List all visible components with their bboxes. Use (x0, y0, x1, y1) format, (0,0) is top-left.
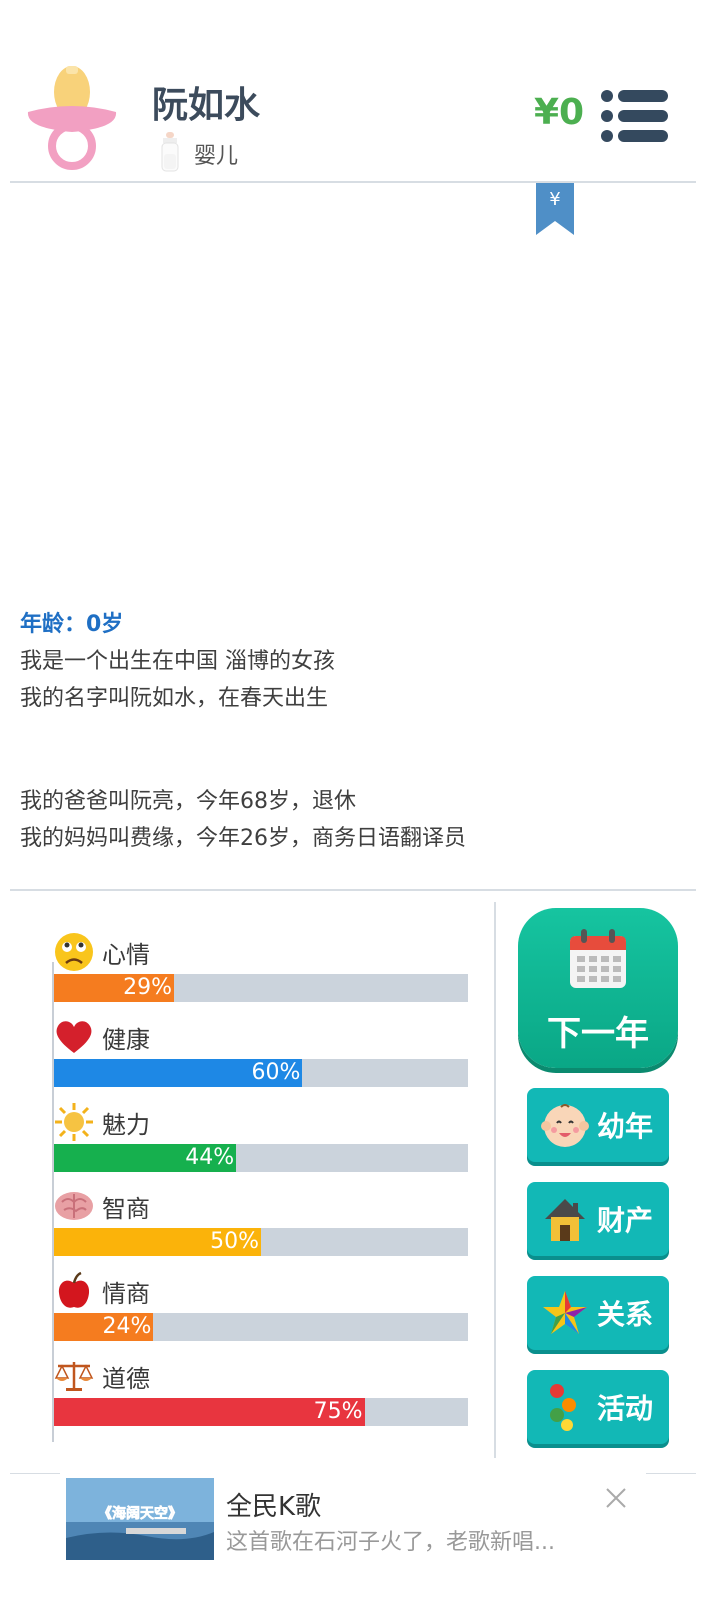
relations-button[interactable]: 关系 (527, 1276, 669, 1350)
next-year-label: 下一年 (547, 1014, 649, 1054)
baby-bottle-icon (160, 132, 180, 176)
heart-icon (54, 1017, 94, 1057)
stat-morality: 道德 75% (54, 1356, 468, 1426)
pacifier-avatar-icon (22, 62, 122, 170)
sun-icon (54, 1102, 94, 1142)
ad-divider-left (10, 1473, 60, 1474)
stat-bar-fill: 44% (54, 1144, 237, 1172)
stat-bar: 50% (54, 1228, 468, 1256)
life-stage-label: 婴儿 (194, 144, 239, 169)
stat-label: 智商 (102, 1194, 150, 1223)
story-line: 我是一个出生在中国 淄博的女孩 (20, 649, 335, 674)
activities-label: 活动 (597, 1392, 654, 1425)
stat-eq: 情商 24% (54, 1271, 468, 1341)
stat-bar-fill: 29% (54, 974, 175, 1002)
svg-text:¥: ¥ (549, 189, 560, 210)
stat-label: 魅力 (102, 1110, 150, 1139)
stat-label: 情商 (102, 1279, 150, 1308)
stat-label: 健康 (102, 1025, 150, 1054)
house-icon (539, 1193, 591, 1245)
menu-list-icon (601, 90, 668, 142)
menu-button[interactable] (600, 88, 672, 144)
sad-face-icon (54, 932, 94, 972)
vertical-divider (494, 902, 496, 1458)
svg-text:《海阔天空》: 《海阔天空》 (98, 1505, 182, 1522)
stat-percent: 24% (102, 1314, 152, 1339)
father-line: 我的爸爸叫阮亮，今年68岁，退休 (20, 789, 356, 814)
next-year-button[interactable]: 下一年 (518, 908, 678, 1068)
story-log: 年龄：0岁 我是一个出生在中国 淄博的女孩 我的名字叫阮如水，在春天出生 我的爸… (20, 606, 700, 857)
stat-label: 道德 (102, 1364, 150, 1393)
assets-button[interactable]: 财产 (527, 1182, 669, 1256)
mother-line: 我的妈妈叫费缘，今年26岁，商务日语翻译员 (20, 826, 466, 851)
stat-bar: 44% (54, 1144, 468, 1172)
stat-bar: 29% (54, 974, 468, 1002)
scales-icon (54, 1356, 94, 1396)
baby-face-icon (539, 1099, 591, 1151)
stat-bar: 75% (54, 1398, 468, 1426)
childhood-button[interactable]: 幼年 (527, 1088, 669, 1162)
stat-percent: 75% (313, 1399, 363, 1424)
age-line: 年龄：0岁 (20, 612, 124, 637)
ad-description[interactable]: 这首歌在石河子火了，老歌新唱... (226, 1524, 586, 1556)
apple-icon (54, 1271, 94, 1311)
activities-button[interactable]: 活动 (527, 1370, 669, 1444)
stat-bar-fill: 50% (54, 1228, 261, 1256)
ad-title[interactable]: 全民K歌 (226, 1486, 321, 1523)
stat-health: 健康 60% (54, 1017, 468, 1087)
activity-dots-icon (539, 1381, 591, 1433)
brain-icon (54, 1186, 94, 1226)
ad-close-button[interactable] (602, 1484, 630, 1512)
stat-percent: 50% (210, 1229, 259, 1254)
relations-label: 关系 (597, 1298, 654, 1331)
assets-label: 财产 (597, 1204, 654, 1237)
character-name: 阮如水 (152, 85, 261, 126)
calendar-icon (570, 929, 626, 988)
stat-bar: 24% (54, 1313, 468, 1341)
header-divider (10, 181, 696, 183)
yuan-bookmark-icon[interactable]: ¥ (536, 183, 574, 235)
stat-percent: 44% (185, 1145, 235, 1170)
stat-percent: 60% (251, 1060, 301, 1085)
childhood-label: 幼年 (597, 1110, 654, 1143)
life-stage: 婴儿 (160, 132, 238, 176)
stat-bar-fill: 75% (54, 1398, 365, 1426)
story-line: 我的名字叫阮如水，在春天出生 (20, 686, 329, 711)
money-display: ¥0 (534, 92, 585, 133)
stat-bar-fill: 60% (54, 1059, 303, 1087)
stat-charm: 魅力 44% (54, 1102, 468, 1172)
stat-mood: 心情 29% (54, 932, 468, 1002)
ad-divider-right (646, 1473, 696, 1474)
stat-bar-fill: 24% (54, 1313, 154, 1341)
stat-label: 心情 (102, 940, 150, 969)
star-icon (539, 1287, 591, 1339)
stat-percent: 29% (123, 975, 173, 1000)
stat-bar: 60% (54, 1059, 468, 1087)
section-divider (10, 889, 696, 891)
ad-thumbnail[interactable]: 《海阔天空》 (66, 1478, 214, 1560)
close-icon (606, 1488, 626, 1508)
stat-iq: 智商 50% (54, 1186, 468, 1256)
